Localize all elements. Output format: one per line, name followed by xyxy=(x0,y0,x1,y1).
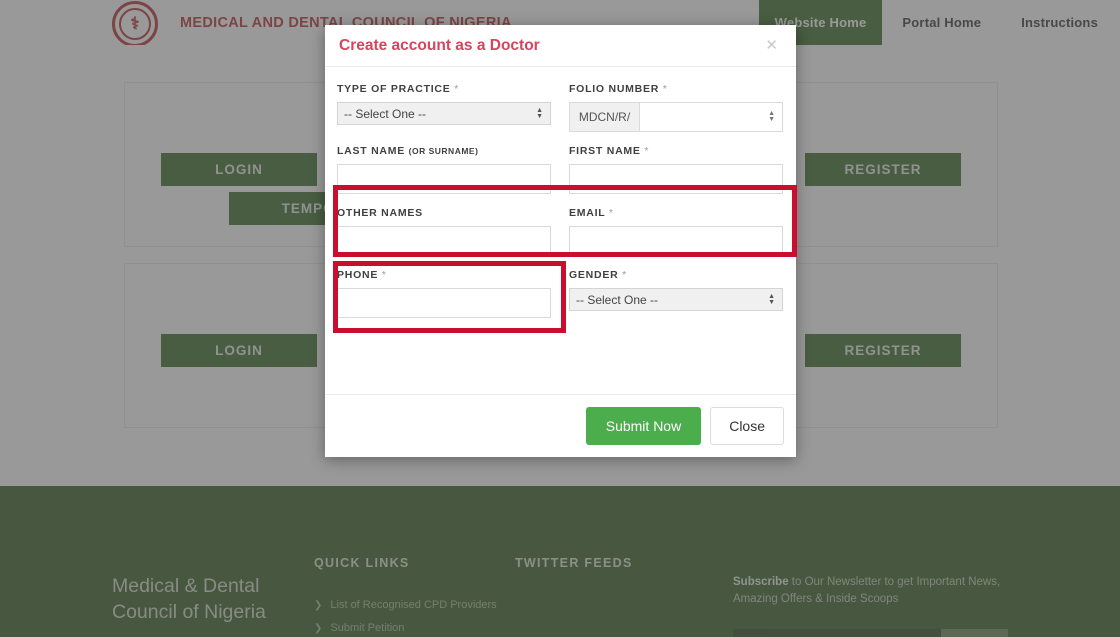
other-names-input[interactable] xyxy=(337,226,551,256)
field-other-names: OTHER NAMES xyxy=(337,207,551,256)
email-input[interactable] xyxy=(569,226,783,256)
label-other-names: OTHER NAMES xyxy=(337,207,423,219)
select-type-of-practice-value: -- Select One -- xyxy=(344,106,427,121)
number-spinner-icon[interactable]: ▲ ▼ xyxy=(768,110,775,123)
first-name-input[interactable] xyxy=(569,164,783,194)
last-name-input[interactable] xyxy=(337,164,551,194)
label-phone: PHONE * xyxy=(337,269,387,281)
form-row-phone-gender: PHONE * GENDER * -- Select One -- ▲ ▼ xyxy=(337,269,784,318)
select-gender-value: -- Select One -- xyxy=(576,292,659,307)
chevron-updown-icon: ▲ ▼ xyxy=(536,106,543,120)
field-folio-number: FOLIO NUMBER * MDCN/R/ ▲ ▼ xyxy=(569,83,783,132)
folio-input-wrap: ▲ ▼ xyxy=(639,102,783,132)
modal-body: TYPE OF PRACTICE * -- Select One -- ▲ ▼ F… xyxy=(325,67,797,394)
label-type-of-practice: TYPE OF PRACTICE * xyxy=(337,83,460,95)
select-type-of-practice[interactable]: -- Select One -- ▲ ▼ xyxy=(337,102,551,125)
folio-prefix: MDCN/R/ xyxy=(569,102,639,132)
field-phone: PHONE * xyxy=(337,269,551,318)
field-type-of-practice: TYPE OF PRACTICE * -- Select One -- ▲ ▼ xyxy=(337,83,551,132)
phone-input[interactable] xyxy=(337,288,551,318)
chevron-updown-icon: ▲ ▼ xyxy=(768,292,775,306)
form-row-practice-folio: TYPE OF PRACTICE * -- Select One -- ▲ ▼ F… xyxy=(337,83,784,132)
submit-now-button[interactable]: Submit Now xyxy=(585,407,702,445)
folio-number-input[interactable] xyxy=(639,102,783,132)
modal-header: Create account as a Doctor ✕ xyxy=(325,25,796,67)
field-email: EMAIL * xyxy=(569,207,783,256)
form-row-other-email: OTHER NAMES EMAIL * xyxy=(337,207,784,256)
form-row-names: LAST NAME (OR SURNAME) FIRST NAME * xyxy=(337,145,784,194)
create-doctor-account-modal: Create account as a Doctor ✕ TYPE OF PRA… xyxy=(325,25,797,457)
close-button[interactable]: Close xyxy=(710,407,784,445)
label-gender: GENDER * xyxy=(569,269,627,281)
modal-title: Create account as a Doctor xyxy=(339,36,540,54)
field-last-name: LAST NAME (OR SURNAME) xyxy=(337,145,551,194)
label-email: EMAIL * xyxy=(569,207,614,219)
folio-input-group: MDCN/R/ ▲ ▼ xyxy=(569,102,783,132)
close-icon[interactable]: ✕ xyxy=(761,36,782,55)
label-first-name: FIRST NAME * xyxy=(569,145,650,157)
label-last-name: LAST NAME (OR SURNAME) xyxy=(337,145,479,157)
field-gender: GENDER * -- Select One -- ▲ ▼ xyxy=(569,269,783,318)
page-root: ⚕ MEDICAL AND DENTAL COUNCIL OF NIGERIA … xyxy=(0,0,1120,637)
select-gender[interactable]: -- Select One -- ▲ ▼ xyxy=(569,288,783,311)
label-folio-number: FOLIO NUMBER * xyxy=(569,83,668,95)
field-first-name: FIRST NAME * xyxy=(569,145,783,194)
modal-footer: Submit Now Close xyxy=(325,394,796,457)
